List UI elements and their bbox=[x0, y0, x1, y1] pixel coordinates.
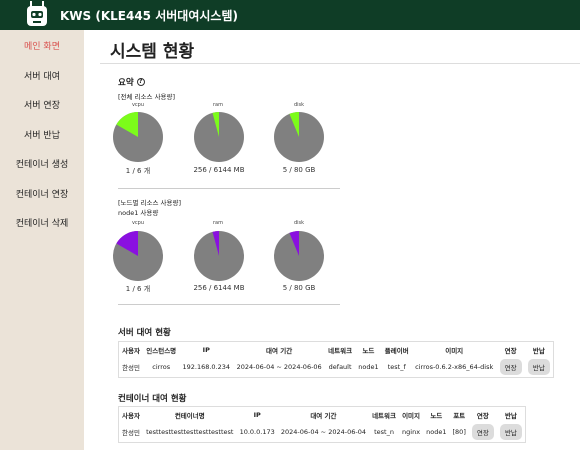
robot-logo-icon bbox=[22, 0, 52, 30]
nav-server-extend[interactable]: 서버 연장 bbox=[0, 92, 84, 122]
top-bar: KWS (KLE445 서버대여시스템) bbox=[0, 0, 580, 30]
node-disk-caption: 5 / 80 GB bbox=[282, 284, 316, 292]
table-cell: nginx bbox=[402, 428, 421, 437]
total-ram-caption: 256 / 6144 MB bbox=[193, 166, 245, 174]
total-vcpu-label: vcpu bbox=[131, 102, 145, 108]
table-header: 대여 기간 bbox=[266, 346, 293, 355]
return-button[interactable]: 반납 bbox=[499, 424, 522, 441]
page-title: 시스템 현황 bbox=[110, 42, 195, 62]
app-title: KWS (KLE445 서버대여시스템) bbox=[60, 8, 238, 23]
nav-server-rent[interactable]: 서버 대여 bbox=[0, 63, 84, 93]
container-rental-table: 사용자 컨테이너명 IP 대여 기간 네트워크 이미지 노드 포트 연장 반납 … bbox=[118, 406, 526, 443]
table-cell: 2024-06-04 ~ 2024-06-06 bbox=[236, 363, 322, 372]
table-header: IP bbox=[202, 345, 210, 354]
table-cell: 192.168.0.234 bbox=[182, 363, 231, 372]
table-cell: testtesttesttesttesttesttest bbox=[146, 428, 234, 437]
divider bbox=[100, 63, 580, 64]
server-rental-title: 서버 대여 현황 bbox=[118, 328, 171, 338]
node-name-label: node1 사용량 bbox=[118, 209, 159, 217]
node-disk-pie bbox=[274, 231, 324, 281]
table-header: 네트워크 bbox=[328, 346, 353, 355]
table-header: 연장 bbox=[504, 346, 517, 355]
table-header: 이미지 bbox=[402, 411, 421, 420]
nav-container-delete[interactable]: 컨테이너 삭제 bbox=[0, 210, 84, 240]
table-header: 대여 기간 bbox=[310, 411, 337, 420]
node-usage-label: [노드별 리소스 사용량] bbox=[118, 199, 182, 207]
table-cell: [80] bbox=[452, 428, 466, 437]
table-header: 반납 bbox=[532, 346, 545, 355]
table-cell: test_n bbox=[374, 428, 394, 437]
table-header: 노드 bbox=[362, 346, 375, 355]
total-disk-caption: 5 / 80 GB bbox=[282, 166, 316, 174]
table-header: IP bbox=[253, 410, 261, 419]
node-vcpu-caption: 1 / 6 개 bbox=[125, 285, 151, 293]
section-divider bbox=[118, 188, 340, 189]
table-cell: 한성민 bbox=[122, 429, 140, 438]
summary-title: 요약 ? bbox=[118, 76, 145, 88]
extend-button[interactable]: 연장 bbox=[499, 359, 522, 376]
node-vcpu-pie bbox=[113, 231, 163, 281]
nav-main[interactable]: 메인 화면 bbox=[0, 33, 84, 63]
node-ram-caption: 256 / 6144 MB bbox=[193, 284, 245, 292]
nav-server-return[interactable]: 서버 반납 bbox=[0, 122, 84, 152]
node-ram-label: ram bbox=[213, 220, 223, 226]
main-content: 시스템 현황 요약 ? [전체 리소스 사용량] vcpu ram disk 1… bbox=[84, 30, 580, 450]
total-vcpu-caption: 1 / 6 개 bbox=[125, 167, 151, 175]
total-vcpu-pie bbox=[113, 112, 163, 162]
node-ram-pie bbox=[194, 231, 244, 281]
table-header-row: 사용자 인스턴스명 IP 대여 기간 네트워크 노드 플레이버 이미지 연장 반… bbox=[119, 342, 554, 358]
sidebar: 메인 화면 서버 대여 서버 연장 서버 반납 컨테이너 생성 컨테이너 연장 … bbox=[0, 30, 84, 450]
total-usage-label: [전체 리소스 사용량] bbox=[118, 93, 176, 101]
nav-container-extend[interactable]: 컨테이너 연장 bbox=[0, 181, 84, 211]
section-divider bbox=[118, 304, 340, 305]
node-disk-label: disk bbox=[293, 220, 305, 226]
table-header: 플레이버 bbox=[384, 346, 409, 355]
table-header: 포트 bbox=[453, 411, 466, 420]
summary-label: 요약 bbox=[118, 78, 134, 88]
table-cell: cirros-0.6.2-x86_64-disk bbox=[415, 363, 494, 372]
table-cell: 2024-06-04 ~ 2024-06-04 bbox=[280, 428, 366, 437]
table-header-row: 사용자 컨테이너명 IP 대여 기간 네트워크 이미지 노드 포트 연장 반납 bbox=[119, 407, 526, 423]
node-vcpu-label: vcpu bbox=[131, 220, 145, 226]
table-cell: cirros bbox=[152, 363, 171, 372]
table-row: 한성민 cirros 192.168.0.234 2024-06-04 ~ 20… bbox=[119, 358, 554, 378]
table-header: 사용자 bbox=[122, 346, 141, 355]
table-cell: 한성민 bbox=[122, 364, 141, 373]
table-header: 연장 bbox=[476, 411, 489, 420]
total-ram-pie bbox=[194, 112, 244, 162]
table-cell: node1 bbox=[426, 428, 447, 437]
table-header: 반납 bbox=[504, 411, 517, 420]
extend-button[interactable]: 연장 bbox=[471, 424, 494, 441]
total-ram-label: ram bbox=[213, 102, 223, 108]
server-rental-table: 사용자 인스턴스명 IP 대여 기간 네트워크 노드 플레이버 이미지 연장 반… bbox=[118, 341, 554, 378]
table-header: 사용자 bbox=[122, 411, 140, 420]
table-cell: test_f bbox=[387, 363, 406, 372]
table-header: 노드 bbox=[430, 411, 443, 420]
table-cell: default bbox=[328, 363, 352, 372]
table-header: 인스턴스명 bbox=[146, 346, 177, 355]
table-cell: 10.0.0.173 bbox=[239, 428, 275, 437]
table-header: 이미지 bbox=[445, 346, 464, 355]
total-disk-label: disk bbox=[293, 102, 305, 108]
help-icon[interactable]: ? bbox=[136, 78, 145, 86]
table-row: 한성민 testtesttesttesttesttesttest 10.0.0.… bbox=[119, 423, 526, 443]
table-cell: node1 bbox=[358, 363, 379, 372]
table-header: 컨테이너명 bbox=[174, 411, 205, 420]
return-button[interactable]: 반납 bbox=[527, 359, 550, 376]
total-disk-pie bbox=[274, 112, 324, 162]
table-header: 네트워크 bbox=[372, 411, 396, 420]
container-rental-title: 컨테이너 대여 현황 bbox=[118, 394, 187, 404]
nav-container-create[interactable]: 컨테이너 생성 bbox=[0, 151, 84, 181]
